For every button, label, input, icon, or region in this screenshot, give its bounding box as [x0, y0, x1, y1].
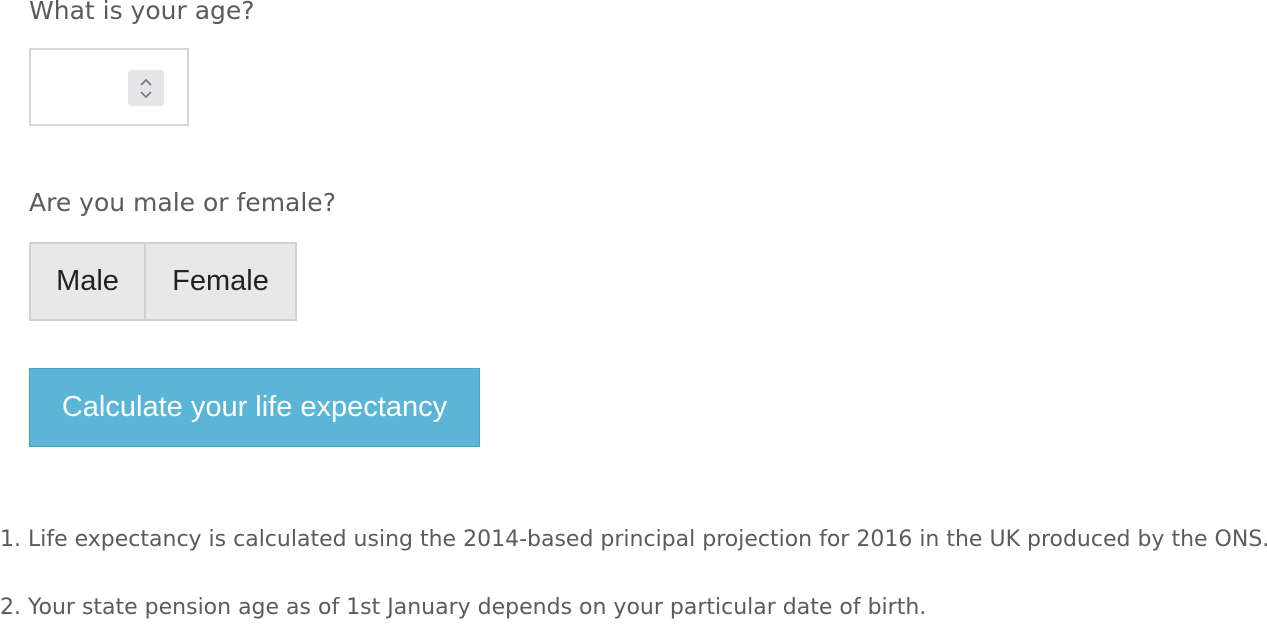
footnote-1: 1. Life expectancy is calculated using t…: [0, 527, 1267, 552]
life-expectancy-form: What is your age? Are you male or female…: [0, 0, 1267, 625]
age-number-field[interactable]: [29, 48, 189, 126]
male-button[interactable]: Male: [29, 242, 146, 321]
female-button[interactable]: Female: [146, 242, 297, 321]
age-question-label: What is your age?: [29, 0, 255, 25]
chevron-down-icon[interactable]: [139, 90, 153, 99]
age-input[interactable]: [39, 68, 133, 108]
age-spinner[interactable]: [128, 70, 164, 106]
sex-selector: Male Female: [29, 242, 297, 321]
calculate-button[interactable]: Calculate your life expectancy: [29, 368, 480, 447]
sex-question-label: Are you male or female?: [29, 188, 336, 217]
footnote-2: 2. Your state pension age as of 1st Janu…: [0, 595, 927, 620]
chevron-up-icon[interactable]: [139, 78, 153, 87]
